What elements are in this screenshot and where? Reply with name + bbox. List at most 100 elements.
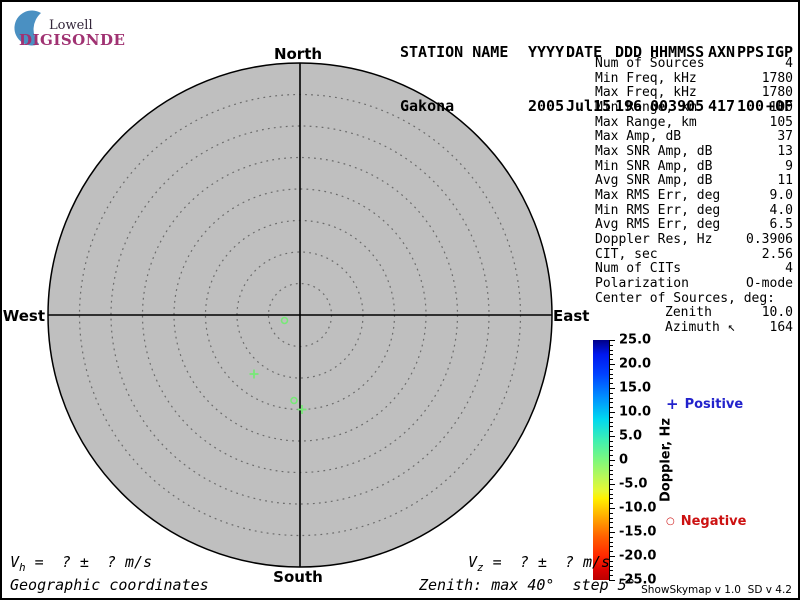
- header-value: 2005: [528, 97, 565, 115]
- coordinates-note: Geographic coordinates: [10, 576, 209, 594]
- colorbar-tick: [609, 464, 613, 466]
- colorbar-tick-label: -10.0: [619, 500, 657, 516]
- colorbar-title: Doppler, Hz: [658, 417, 674, 503]
- colorbar-tick: [609, 498, 613, 500]
- info-row-label: Zenith: [665, 305, 712, 321]
- plus-marker-icon: +: [666, 395, 679, 413]
- info-row-label: Max RMS Err, deg: [595, 187, 721, 203]
- info-row-label: CIT, sec: [595, 246, 658, 262]
- colorbar-tick: [609, 517, 613, 519]
- legend-positive-label: Positive: [684, 397, 744, 412]
- info-row-label: Num of Sources: [595, 56, 705, 71]
- colorbar-tick: [609, 546, 613, 548]
- colorbar-tick: [609, 388, 615, 389]
- colorbar-tick: [609, 450, 613, 452]
- info-row: Max Freq, kHz 1780: [595, 86, 793, 101]
- colorbar-tick: [609, 416, 613, 418]
- info-row: Min RMS Err, deg 4.0: [595, 202, 793, 219]
- info-row-value: 10.0: [761, 305, 793, 321]
- info-row: CIT, sec 2.56: [595, 246, 793, 263]
- vh-value: = ? ± ? m/s: [25, 553, 153, 571]
- info-row: Avg SNR Amp, dB 11: [595, 174, 793, 189]
- colorbar-tick-label: 15.0: [619, 380, 652, 396]
- info-row-label: Max Range, km: [595, 114, 697, 130]
- colorbar-tick: [609, 503, 613, 505]
- colorbar-tick-label: 10.0: [619, 404, 652, 420]
- colorbar-tick: [609, 349, 613, 351]
- info-row: Avg RMS Err, deg 6.5: [595, 218, 793, 233]
- info-row-label: Min Freq, kHz: [595, 70, 697, 86]
- colorbar-tick: [609, 479, 613, 481]
- info-row: Max SNR Amp, dB 13: [595, 143, 793, 160]
- info-row: Max Range, km 105: [595, 114, 793, 131]
- colorbar-tick: [609, 493, 613, 495]
- header-col-year: YYYY 2005: [528, 7, 564, 151]
- info-row-value: 164: [769, 319, 793, 335]
- colorbar-tick: [609, 532, 615, 533]
- colorbar-tick: [609, 344, 613, 346]
- colorbar-tick-label: 0: [619, 452, 629, 468]
- colorbar-tick-label: -20.0: [619, 548, 657, 564]
- info-row-value: 100: [769, 99, 793, 115]
- vz-subscript: z: [477, 561, 484, 574]
- info-row-value: 37: [777, 129, 793, 145]
- compass-label-north: North: [273, 45, 323, 63]
- info-row-value: 13: [777, 143, 793, 159]
- info-row: Center of Sources, deg:: [595, 291, 793, 307]
- vh-subscript: h: [19, 561, 26, 574]
- logo-text-digisonde: DIGISONDE: [19, 31, 126, 49]
- legend-negative: ○ Negative: [666, 514, 746, 529]
- colorbar-tick: [609, 522, 613, 524]
- colorbar-tick: [609, 469, 613, 471]
- vz-readout: Vz = ? ± ? m/s: [468, 553, 610, 574]
- info-panel: Num of Sources 4 Min Freq, kHz 1780 Max Freq…: [595, 56, 793, 335]
- compass-label-west: West: [2, 307, 45, 325]
- info-row-value: 4.0: [769, 202, 793, 218]
- info-row-value: 1780: [761, 70, 793, 86]
- info-row-label: Min RMS Err, deg: [595, 202, 721, 218]
- info-row-value: 9.0: [769, 187, 793, 203]
- colorbar-tick: [609, 354, 613, 356]
- colorbar-wrap: 25.0 20.0 15.0 10.0 5.0 0 -5.0 -10.0 -15.0 -20.0-…: [593, 333, 703, 588]
- colorbar-tick: [609, 455, 613, 457]
- colorbar: [593, 340, 610, 580]
- info-row-label: Min Range, km: [595, 99, 697, 115]
- info-row-label: Polarization: [595, 275, 689, 291]
- colorbar-tick: [609, 541, 613, 543]
- version-label: ShowSkymap v 1.0 SD v 4.2: [641, 584, 792, 596]
- info-row-label: Avg SNR Amp, dB: [595, 173, 713, 189]
- legend-positive: + Positive: [666, 395, 744, 413]
- colorbar-tick: [609, 402, 613, 404]
- colorbar-tick-label: 20.0: [619, 356, 652, 372]
- vz-symbol: V: [468, 553, 478, 571]
- legend-negative-label: Negative: [680, 514, 747, 529]
- colorbar-tick: [609, 488, 613, 490]
- colorbar-tick: [609, 512, 613, 514]
- vh-readout: Vh = ? ± ? m/s: [10, 553, 152, 574]
- info-row: Max RMS Err, deg 9.0: [595, 187, 793, 204]
- info-row: Num of CITs 4: [595, 262, 793, 277]
- info-row: Zenith 10.0: [595, 305, 793, 321]
- colorbar-tick: [609, 440, 613, 442]
- info-row-value: 4: [785, 56, 793, 71]
- colorbar-tick: [609, 421, 613, 423]
- info-row-label: Azimuth ↖: [665, 319, 736, 335]
- colorbar-tick-label: -15.0: [619, 524, 657, 540]
- colorbar-tick: [609, 508, 615, 509]
- info-row-label: Avg RMS Err, deg: [595, 217, 721, 233]
- info-row-value: 6.5: [769, 217, 793, 233]
- colorbar-tick: [609, 460, 615, 461]
- info-row-value: 105: [769, 114, 793, 130]
- info-row-value: 0.3906: [746, 231, 793, 247]
- colorbar-tick-label: 5.0: [619, 428, 643, 444]
- header-label: YYYY: [528, 43, 565, 61]
- colorbar-tick: [609, 474, 613, 476]
- colorbar-tick-label: 25.0: [619, 332, 652, 348]
- info-row-value: 4: [785, 261, 793, 277]
- colorbar-tick-label: -5.0: [619, 476, 648, 492]
- compass-label-east: East: [553, 307, 590, 325]
- info-row-value: 2.56: [761, 246, 793, 262]
- colorbar-tick: [609, 536, 613, 538]
- colorbar-tick: [609, 359, 613, 361]
- vz-value: = ? ± ? m/s: [483, 553, 611, 571]
